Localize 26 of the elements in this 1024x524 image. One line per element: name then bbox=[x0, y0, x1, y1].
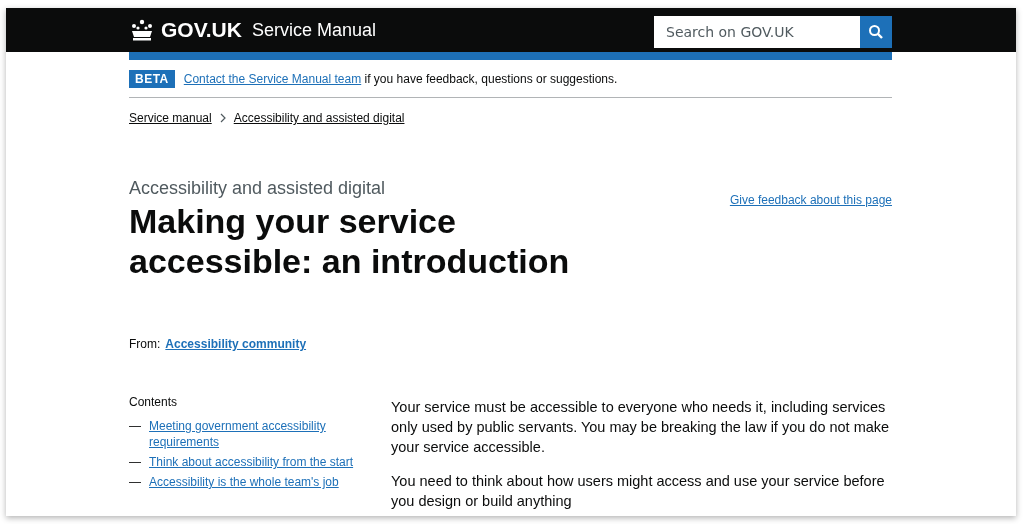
chevron-icon bbox=[219, 113, 226, 123]
contact-link[interactable]: Contact the Service Manual team bbox=[183, 72, 362, 86]
page-caption: Accessibility and assisted digital bbox=[129, 178, 387, 199]
crown-icon bbox=[129, 19, 155, 41]
breadcrumb-link[interactable]: Accessibility and assisted digital bbox=[233, 111, 405, 125]
breadcrumb-link[interactable]: Service manual bbox=[129, 111, 212, 125]
search-field[interactable]: Search on GOV.UK bbox=[654, 16, 860, 48]
contents-link[interactable]: Think about accessibility from the start bbox=[149, 454, 364, 470]
organisation-link[interactable]: Accessibility community bbox=[165, 337, 307, 351]
service-name[interactable]: Service Manual bbox=[251, 19, 376, 41]
contents-link[interactable]: Meeting government accessibility requirements bbox=[149, 418, 364, 450]
contents-heading: Contents bbox=[129, 395, 179, 409]
page-title: Making your service accessible: an introduction bbox=[129, 201, 571, 281]
site-logo[interactable]: GOV.UK bbox=[161, 18, 242, 42]
dash-marker: — bbox=[129, 454, 141, 470]
dash-marker: — bbox=[129, 418, 141, 435]
feedback-link[interactable]: Give feedback about this page bbox=[729, 193, 892, 207]
body-paragraph: You need to think about how users might access and use your service before you design or build anything bbox=[391, 472, 886, 511]
from-label: From: bbox=[129, 337, 161, 351]
search-button[interactable] bbox=[860, 16, 892, 48]
dash-marker: — bbox=[129, 474, 141, 490]
search-icon bbox=[868, 24, 884, 40]
phase-tag: BETA bbox=[129, 70, 175, 88]
phase-banner-text: Contact the Service Manual team if you have feedback, questions or suggestions. bbox=[183, 72, 618, 86]
contents-link[interactable]: Accessibility is the whole team's job bbox=[149, 474, 364, 490]
body-paragraph: Your service must be accessible to everyone who needs it, including services only used by public servants. You may be breaking the law if you do not make your service accessible. bbox=[391, 398, 891, 457]
